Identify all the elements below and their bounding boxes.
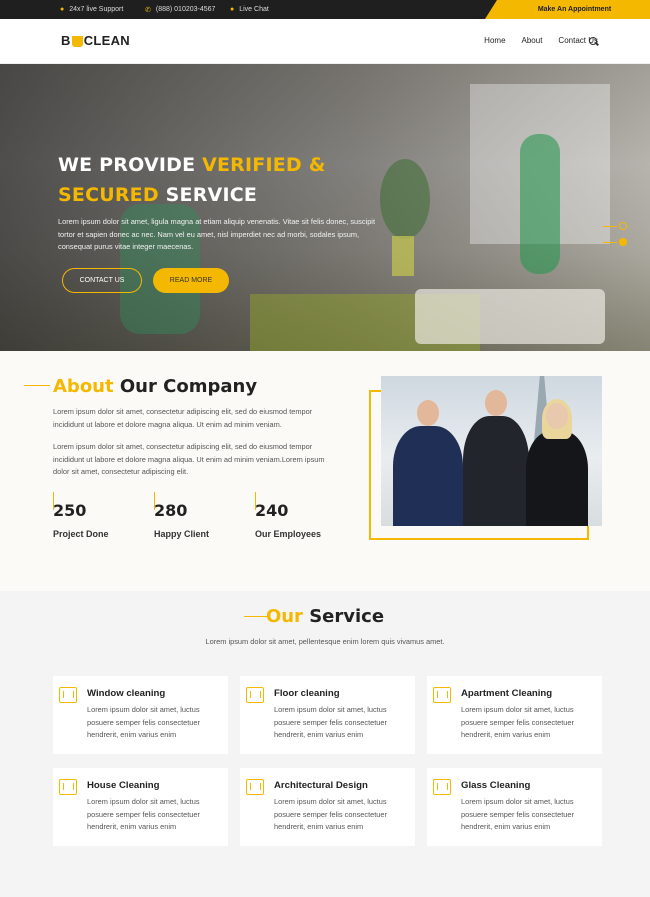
phone-icon: ✆ <box>145 6 151 14</box>
hero-heading: WE PROVIDE VERIFIED & SECURED SERVICE <box>58 150 325 210</box>
slider-dot[interactable] <box>619 222 627 230</box>
service-card-window[interactable]: Window cleaning Lorem ipsum dolor sit am… <box>53 676 228 754</box>
service-card-title: Floor cleaning <box>274 688 340 699</box>
service-card-title: Architectural Design <box>274 780 368 791</box>
hero-bg-sofa <box>415 289 605 344</box>
service-card-text: Lorem ipsum dolor sit amet, luctus posue… <box>461 797 574 831</box>
slider-line <box>603 242 617 243</box>
section-accent-line <box>24 385 50 386</box>
logo[interactable]: B CLEAN <box>61 33 130 48</box>
live-chat-link[interactable]: ● Live Chat <box>230 0 269 19</box>
chat-icon: ● <box>230 6 235 13</box>
team-member <box>393 400 463 526</box>
apartment-icon <box>433 687 451 703</box>
service-card-title: House Cleaning <box>87 780 160 791</box>
main-nav: B CLEAN Home About Contact Us <box>0 19 650 64</box>
stat-value: 250 <box>53 501 87 520</box>
service-card-text: Lorem ipsum dolor sit amet, luctus posue… <box>87 797 200 831</box>
hero-heading-part: SERVICE <box>158 184 258 206</box>
service-card-floor[interactable]: Floor cleaning Lorem ipsum dolor sit ame… <box>240 676 415 754</box>
logo-letter: B <box>61 33 71 48</box>
hero-heading-highlight: SECURED <box>58 184 159 206</box>
team-photo <box>381 376 602 526</box>
hero-heading-highlight: VERIFIED & <box>202 154 326 176</box>
house-icon <box>59 779 77 795</box>
make-appointment-button[interactable]: Make An Appointment <box>485 0 650 19</box>
design-icon <box>246 779 264 795</box>
slider-line <box>603 226 617 227</box>
chat-bubble-icon: ● <box>60 6 65 13</box>
support-info: ● 24x7 live Support <box>60 0 123 19</box>
read-more-button[interactable]: READ MORE <box>153 268 229 293</box>
stat-label: Happy Client <box>154 529 210 539</box>
stat-label: Project Done <box>53 529 109 539</box>
window-icon <box>59 687 77 703</box>
service-card-title: Glass Cleaning <box>461 780 531 791</box>
stairs-icon <box>246 687 264 703</box>
service-card-apartment[interactable]: Apartment Cleaning Lorem ipsum dolor sit… <box>427 676 602 754</box>
search-icon[interactable] <box>589 37 597 45</box>
service-card-glass[interactable]: Glass Cleaning Lorem ipsum dolor sit ame… <box>427 768 602 846</box>
contact-us-button[interactable]: CONTACT US <box>62 268 142 293</box>
live-chat-text: Live Chat <box>239 6 269 13</box>
nav-menu: Home About Contact Us <box>468 36 598 45</box>
hero-heading-part: WE PROVIDE <box>58 154 203 176</box>
service-card-text: Lorem ipsum dolor sit amet, luctus posue… <box>274 705 387 739</box>
top-bar: ● 24x7 live Support ✆ (888) 010203-4567 … <box>0 0 650 19</box>
about-section: About Our Company Lorem ipsum dolor sit … <box>0 351 650 591</box>
bucket-icon <box>71 36 83 47</box>
about-title-rest: Our Company <box>113 376 258 397</box>
stat-value: 240 <box>255 501 289 520</box>
service-card-house[interactable]: House Cleaning Lorem ipsum dolor sit ame… <box>53 768 228 846</box>
service-card-architectural[interactable]: Architectural Design Lorem ipsum dolor s… <box>240 768 415 846</box>
stat-happy-client: 280 Happy Client <box>154 501 209 539</box>
service-title: Our Service <box>0 606 650 627</box>
service-section: Our Service Lorem ipsum dolor sit amet, … <box>0 591 650 897</box>
service-title-highlight: Our <box>265 606 303 627</box>
service-card-text: Lorem ipsum dolor sit amet, luctus posue… <box>87 705 200 739</box>
about-title-highlight: About <box>53 376 114 397</box>
glass-icon <box>433 779 451 795</box>
service-title-rest: Service <box>302 606 385 627</box>
about-paragraph: Lorem ipsum dolor sit amet, consectetur … <box>53 407 313 429</box>
team-member <box>463 390 529 526</box>
stat-value: 280 <box>154 501 188 520</box>
hero-section: WE PROVIDE VERIFIED & SECURED SERVICE Lo… <box>0 64 650 351</box>
hero-description: Lorem ipsum dolor sit amet, ligula magna… <box>58 217 375 251</box>
service-card-title: Apartment Cleaning <box>461 688 553 699</box>
hero-bg-pot <box>392 236 414 276</box>
service-card-text: Lorem ipsum dolor sit amet, luctus posue… <box>461 705 574 739</box>
phone-text: (888) 010203-4567 <box>155 6 216 13</box>
slider-dot-active[interactable] <box>619 238 627 246</box>
team-member <box>526 399 588 526</box>
service-card-text: Lorem ipsum dolor sit amet, luctus posue… <box>274 797 387 831</box>
service-subtitle: Lorem ipsum dolor sit amet, pellentesque… <box>205 637 445 646</box>
service-card-title: Window cleaning <box>87 688 166 699</box>
nav-item-about[interactable]: About <box>522 36 543 45</box>
support-text: 24x7 live Support <box>69 6 124 13</box>
about-paragraph: Lorem ipsum dolor sit amet, consectetur … <box>53 442 325 476</box>
nav-item-home[interactable]: Home <box>484 36 505 45</box>
stat-label: Our Employees <box>255 529 322 539</box>
phone-info[interactable]: ✆ (888) 010203-4567 <box>145 0 215 19</box>
stat-employees: 240 Our Employees <box>255 501 321 539</box>
about-title: About Our Company <box>53 376 257 397</box>
logo-word: CLEAN <box>83 33 130 48</box>
hero-bg-worker <box>520 134 560 274</box>
stat-project-done: 250 Project Done <box>53 501 109 539</box>
